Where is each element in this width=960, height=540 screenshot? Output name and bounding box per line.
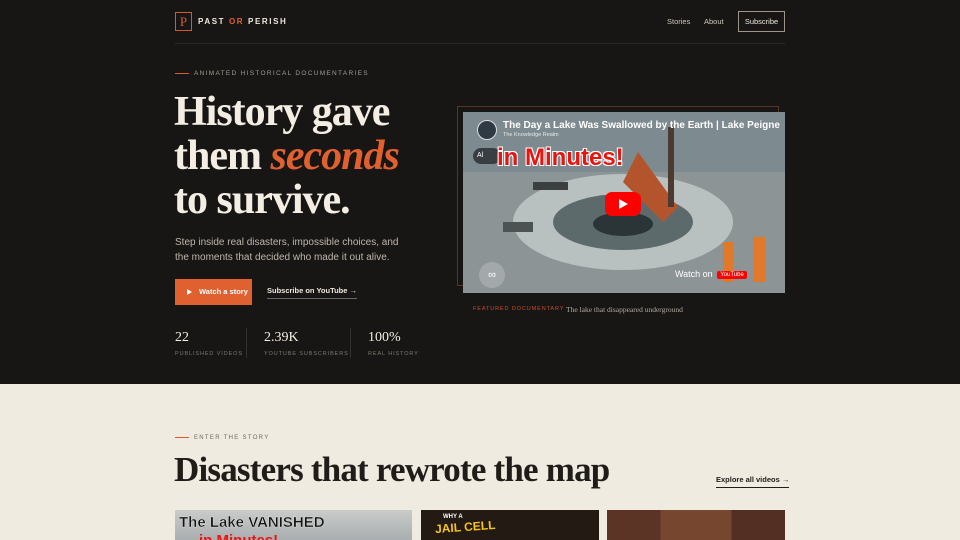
- card-thumbnail-title: The Lake VANISHED: [179, 514, 325, 531]
- explore-videos-link[interactable]: Explore all videos →: [716, 475, 790, 488]
- stories-section: ENTER THE STORY Disasters that rewrote t…: [0, 384, 960, 540]
- top-nav: P PAST OR PERISH Stories About Subscribe: [175, 0, 785, 44]
- logo-word-perish: PERISH: [248, 17, 288, 26]
- logo-word-past: PAST: [198, 17, 226, 26]
- stat-label: REAL HISTORY: [368, 351, 419, 357]
- hero-subtitle: Step inside real disasters, impossible c…: [175, 237, 399, 263]
- play-icon: [187, 289, 192, 295]
- youtube-logo-icon: YouTube: [717, 271, 747, 279]
- stat-divider: [246, 328, 247, 358]
- stat-subscribers: 2.39K YOUTUBE SUBSCRIBERS: [264, 330, 349, 357]
- featured-caption: The lake that disappeared underground: [566, 305, 683, 314]
- section-eyebrow: ENTER THE STORY: [175, 435, 270, 441]
- card-thumbnail-subtitle: in Minutes!: [199, 532, 278, 540]
- video-title[interactable]: The Day a Lake Was Swallowed by the Eart…: [503, 120, 780, 131]
- nav-subscribe-button[interactable]: Subscribe: [738, 11, 785, 32]
- watch-on-label: Watch on: [675, 269, 713, 279]
- thumbnail-overlay-text: in Minutes!: [497, 144, 624, 171]
- stat-real-history: 100% REAL HISTORY: [368, 330, 419, 357]
- explore-label: Explore all videos: [716, 475, 780, 484]
- card-thumbnail-title: JAIL CELL: [434, 517, 496, 537]
- stat-divider: [350, 328, 351, 358]
- card-thumbnail-kicker: WHY A: [443, 514, 463, 520]
- section-title: Disasters that rewrote the map: [174, 450, 610, 489]
- hero-section: P PAST OR PERISH Stories About Subscribe…: [0, 0, 960, 384]
- link-icon[interactable]: ∞: [479, 262, 505, 288]
- watch-story-label: Watch a story: [199, 287, 248, 296]
- play-button-icon[interactable]: [605, 192, 641, 216]
- watch-on-youtube[interactable]: Watch on YouTube: [675, 269, 747, 279]
- logo-mark[interactable]: P: [175, 12, 192, 31]
- nav-link-about[interactable]: About: [704, 17, 724, 26]
- channel-avatar[interactable]: [477, 120, 497, 140]
- arrow-right-icon: →: [781, 475, 790, 484]
- video-card[interactable]: The Lake VANISHED in Minutes!: [175, 510, 412, 540]
- watch-story-button[interactable]: Watch a story: [175, 279, 252, 305]
- hero-eyebrow: ANIMATED HISTORICAL DOCUMENTARIES: [175, 70, 369, 77]
- logo-word-or: OR: [228, 17, 245, 26]
- stat-value: 2.39K: [264, 330, 299, 345]
- subscribe-youtube-link[interactable]: Subscribe on YouTube →: [267, 286, 358, 299]
- headline-line-3: to survive.: [174, 177, 351, 223]
- headline-accent: seconds: [270, 133, 399, 179]
- logo-wordmark[interactable]: PAST OR PERISH: [198, 17, 287, 26]
- stat-videos: 22 PUBLISHED VIDEOS: [175, 330, 243, 357]
- hero-headline: History gave them seconds to survive.: [174, 90, 444, 222]
- headline-line-2: them: [174, 133, 271, 179]
- info-label: Al: [477, 152, 484, 159]
- nav-link-stories[interactable]: Stories: [667, 17, 690, 26]
- arrow-right-icon: →: [349, 286, 358, 295]
- headline-line-1: History gave: [174, 89, 390, 135]
- video-channel[interactable]: The Knowledge Realm: [503, 132, 559, 138]
- stat-value: 22: [175, 330, 189, 345]
- video-card[interactable]: [607, 510, 785, 540]
- stat-label: PUBLISHED VIDEOS: [175, 351, 243, 357]
- subscribe-youtube-label: Subscribe on YouTube: [267, 286, 348, 295]
- stat-value: 100%: [368, 330, 401, 345]
- stat-label: YOUTUBE SUBSCRIBERS: [264, 351, 349, 357]
- youtube-embed[interactable]: The Day a Lake Was Swallowed by the Eart…: [463, 112, 785, 293]
- video-card[interactable]: WHY A JAIL CELL: [421, 510, 599, 540]
- featured-tag: FEATURED DOCUMENTARY: [473, 306, 565, 312]
